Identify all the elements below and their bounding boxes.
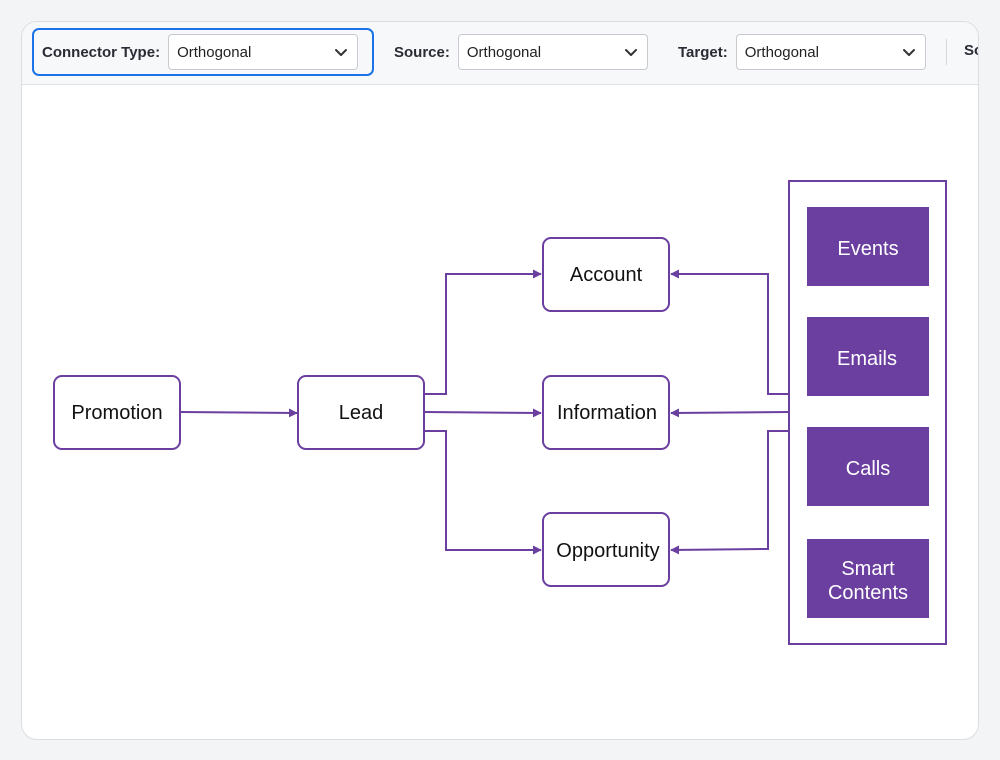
group-item-smart-contents-label-line2: Contents bbox=[828, 582, 908, 604]
node-lead[interactable]: Lead bbox=[297, 375, 425, 450]
node-account[interactable]: Account bbox=[542, 237, 670, 312]
connector-group-information[interactable] bbox=[670, 408, 790, 418]
group-item-emails-label: Emails bbox=[837, 348, 897, 370]
node-opportunity-label: Opportunity bbox=[556, 540, 659, 562]
node-lead-label: Lead bbox=[339, 402, 384, 424]
node-promotion-label: Promotion bbox=[71, 402, 162, 424]
connector-lead-opportunity[interactable] bbox=[425, 430, 542, 555]
connector-group-account[interactable] bbox=[670, 269, 789, 395]
node-group-container[interactable]: Events Emails Calls Smart Contents bbox=[788, 180, 947, 645]
group-item-calls-label: Calls bbox=[846, 458, 890, 480]
connector-lead-information[interactable] bbox=[424, 408, 542, 418]
node-account-label: Account bbox=[570, 264, 643, 286]
connector-promotion-lead[interactable] bbox=[180, 408, 298, 418]
connector-lead-account[interactable] bbox=[425, 269, 542, 395]
group-item-smart-contents-label-line1: Smart bbox=[841, 558, 895, 580]
group-item-emails[interactable]: Emails bbox=[807, 317, 929, 396]
group-item-events[interactable]: Events bbox=[807, 207, 929, 286]
group-item-smart-contents[interactable]: Smart Contents bbox=[807, 539, 929, 618]
group-item-calls[interactable]: Calls bbox=[807, 427, 929, 506]
group-item-events-label: Events bbox=[837, 238, 898, 260]
node-opportunity[interactable]: Opportunity bbox=[542, 512, 670, 587]
node-promotion[interactable]: Promotion bbox=[53, 375, 181, 450]
diagram-window: Connector Type: Orthogonal Source: Ortho… bbox=[21, 21, 979, 740]
connector-group-opportunity[interactable] bbox=[670, 430, 789, 555]
diagram-canvas[interactable]: Promotion Lead Account Information Oppor… bbox=[22, 22, 978, 739]
node-information-label: Information bbox=[557, 402, 657, 424]
node-information[interactable]: Information bbox=[542, 375, 670, 450]
